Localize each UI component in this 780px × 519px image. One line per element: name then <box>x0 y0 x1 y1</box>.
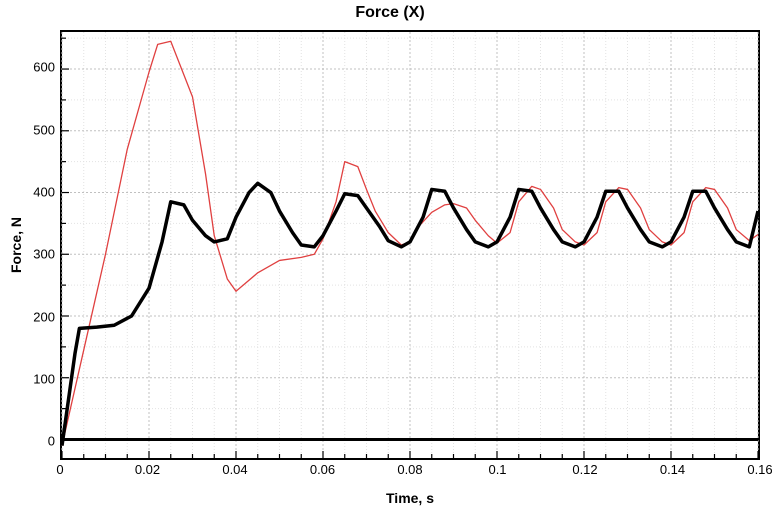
x-tick-label: 0.06 <box>310 462 335 477</box>
y-tick-label: 500 <box>33 122 55 137</box>
y-tick-label: 400 <box>33 185 55 200</box>
x-axis-label: Time, s <box>60 490 760 506</box>
x-tick-label: 0.1 <box>488 462 506 477</box>
y-tick-label: 600 <box>33 60 55 75</box>
x-tick-label: 0.14 <box>660 462 685 477</box>
plot-area <box>60 30 760 460</box>
y-tick-label: 200 <box>33 309 55 324</box>
x-tick-label: 0.12 <box>572 462 597 477</box>
x-tick-label: 0 <box>56 462 63 477</box>
plot-svg <box>62 32 758 458</box>
x-tick-label: 0.02 <box>135 462 160 477</box>
y-axis-label: Force, N <box>8 30 28 460</box>
chart-title: Force (X) <box>0 4 780 22</box>
y-tick-label: 100 <box>33 371 55 386</box>
y-tick-label: 0 <box>48 434 55 449</box>
y-tick-label: 300 <box>33 247 55 262</box>
x-tick-labels: 00.020.040.060.080.10.120.140.16 <box>60 462 760 482</box>
x-tick-label: 0.16 <box>747 462 772 477</box>
x-tick-label: 0.04 <box>222 462 247 477</box>
x-tick-label: 0.08 <box>397 462 422 477</box>
chart-container: Force (X) 0 0.02 0.04 0.06 0.08 0.1 0.12 0.14 0.… <box>0 0 780 519</box>
series-1 <box>62 183 758 445</box>
